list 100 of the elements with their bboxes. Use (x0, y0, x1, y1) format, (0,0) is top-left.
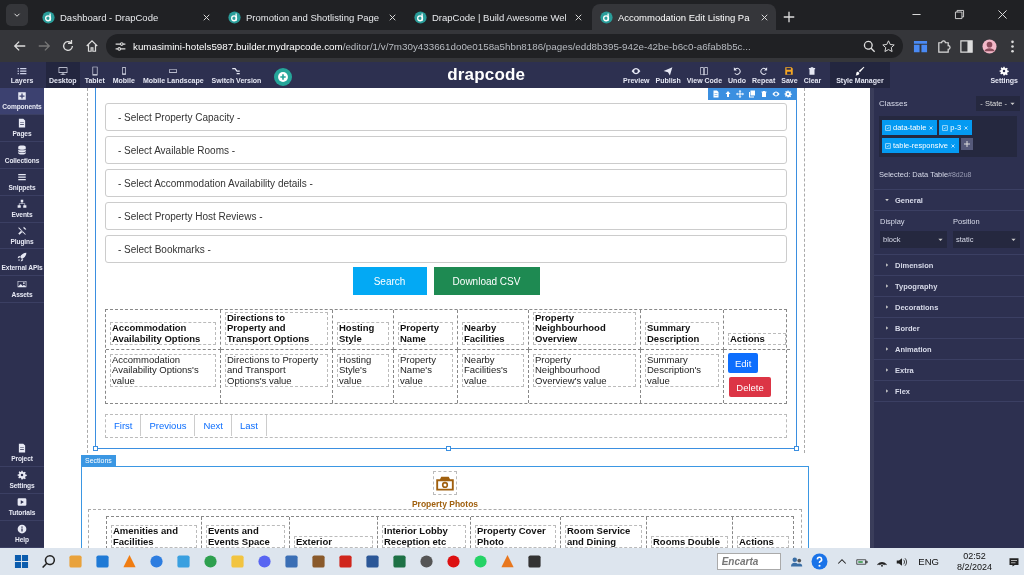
hierarchy-icon (17, 198, 27, 209)
eye-icon[interactable] (772, 90, 780, 98)
table-cell: Accommodation Availability Options's value (110, 354, 216, 388)
profile-avatar[interactable] (982, 38, 997, 54)
eye-icon (631, 66, 642, 76)
reload-icon[interactable] (61, 39, 75, 53)
caret-right-icon (884, 367, 890, 373)
language-indicator[interactable]: ENG (918, 556, 939, 567)
back-icon[interactable] (13, 39, 27, 53)
new-tab-icon[interactable] (782, 10, 796, 24)
gear-icon (17, 470, 27, 481)
trash-icon[interactable] (760, 90, 768, 98)
people-icon[interactable] (791, 555, 804, 568)
select-field[interactable]: - Select Property Capacity - (105, 103, 787, 131)
restore-icon[interactable] (953, 8, 966, 21)
mail-icon[interactable] (95, 554, 110, 569)
caret-down-icon (884, 197, 890, 203)
document-icon (17, 443, 27, 454)
add-class-button[interactable] (961, 138, 974, 150)
caret-right-icon (884, 304, 890, 310)
speaker-icon[interactable] (896, 555, 909, 568)
monitor-icon (57, 66, 68, 76)
checkbox-icon (885, 142, 891, 149)
pdf-icon[interactable] (338, 554, 353, 569)
edit-button[interactable]: Edit (728, 353, 758, 373)
info-icon (17, 524, 27, 535)
browser-icon[interactable] (203, 554, 218, 569)
home-icon[interactable] (85, 39, 99, 53)
record-icon[interactable] (446, 554, 461, 569)
resize-handle[interactable] (794, 446, 799, 451)
select-field[interactable]: - Select Available Rooms - (105, 136, 787, 164)
app-icon[interactable] (500, 554, 515, 569)
select-field[interactable]: - Select Bookmarks - (105, 235, 787, 263)
encarta-widget[interactable]: Encarta (716, 553, 782, 570)
play-icon (17, 497, 27, 508)
resize-handle[interactable] (93, 446, 98, 451)
word-icon[interactable] (365, 554, 380, 569)
caret-right-icon (884, 346, 890, 352)
notification-icon[interactable] (1008, 555, 1020, 568)
chat-icon[interactable] (257, 554, 272, 569)
branch-icon (231, 66, 242, 76)
puzzle-icon[interactable] (936, 38, 951, 54)
camera-icon (433, 471, 457, 495)
document-icon[interactable] (712, 90, 720, 98)
star-icon[interactable] (882, 39, 895, 53)
select-field[interactable]: - Select Property Host Reviews - (105, 202, 787, 230)
app-icon[interactable] (149, 554, 164, 569)
image-icon (17, 279, 27, 290)
caret-right-icon (884, 388, 890, 394)
help-icon[interactable] (811, 553, 829, 570)
caret-right-icon (884, 283, 890, 289)
caret-icon (937, 236, 944, 243)
book-icon (699, 66, 710, 76)
document-icon (17, 117, 27, 128)
windows-logo-icon[interactable] (14, 554, 29, 569)
list-icon (17, 171, 27, 182)
trash-icon (807, 66, 818, 76)
browser-tab[interactable]: DrapCode | Build Awesome Wel (406, 4, 590, 30)
side-panel-icon[interactable] (959, 38, 974, 54)
browser-tab[interactable]: Dashboard - DrapCode (34, 4, 218, 30)
tools-icon (17, 225, 27, 236)
delete-button[interactable]: Delete (729, 377, 771, 397)
window-icon[interactable] (284, 554, 299, 569)
copy-icon[interactable] (748, 90, 756, 98)
url-text: kumasimini-hotels5987.builder.mydrapcode.com/editor/1/v/7m30y433661do0e0158a5hbn8186/pages/edd8b395-942e-42be-b6c0-a6fab8b5c... (133, 40, 751, 52)
browser-tab[interactable]: Promotion and Shotlisting Page (220, 4, 404, 30)
excel-icon[interactable] (392, 554, 407, 569)
caret-icon (1009, 100, 1016, 107)
column-header: Property Neighbourhood Overview (533, 311, 636, 345)
checkbox-icon (942, 124, 949, 131)
favicon-icon (600, 10, 613, 24)
send-icon (663, 66, 674, 76)
close-icon[interactable] (996, 8, 1009, 21)
gear-icon[interactable] (784, 90, 792, 98)
rocket-icon (17, 252, 27, 263)
address-bar[interactable]: kumasimini-hotels5987.builder.mydrapcode.com/editor/1/v/7m30y433661do0e0158a5hbn8186/pages/edd8b395-942e-42be-b6c0-a6fab8b5c... (106, 34, 903, 58)
zoom-icon[interactable] (863, 39, 876, 53)
qr-icon[interactable] (527, 554, 542, 569)
forward-icon[interactable] (37, 39, 51, 53)
browser-tab[interactable]: Accommodation Edit Listing Pa (592, 4, 776, 30)
selected-block[interactable] (95, 88, 797, 449)
books-icon[interactable] (311, 554, 326, 569)
site-info-icon[interactable] (114, 39, 127, 53)
play-icon[interactable] (419, 554, 434, 569)
gear-icon (999, 66, 1010, 76)
app-icon[interactable] (913, 38, 928, 54)
app-logo: drapcode (447, 65, 526, 85)
column-header: Property Name (398, 322, 453, 345)
select-field[interactable]: - Select Accommodation Availability details - (105, 169, 787, 197)
resize-handle[interactable] (446, 446, 451, 451)
tab-list-button[interactable] (6, 4, 28, 26)
table-cell: Directions to Property and Transport Options's value (225, 354, 328, 388)
download-button[interactable]: Download CSV (433, 267, 540, 295)
column-header: Hosting Style (337, 322, 389, 345)
clock[interactable]: 02:52 8/2/2024 (956, 550, 992, 573)
section-title: Property Photos (411, 499, 479, 509)
move-icon[interactable] (736, 90, 744, 98)
search-icon[interactable] (41, 554, 56, 569)
add-button[interactable] (274, 68, 293, 86)
arrow-up-icon[interactable] (724, 90, 732, 98)
